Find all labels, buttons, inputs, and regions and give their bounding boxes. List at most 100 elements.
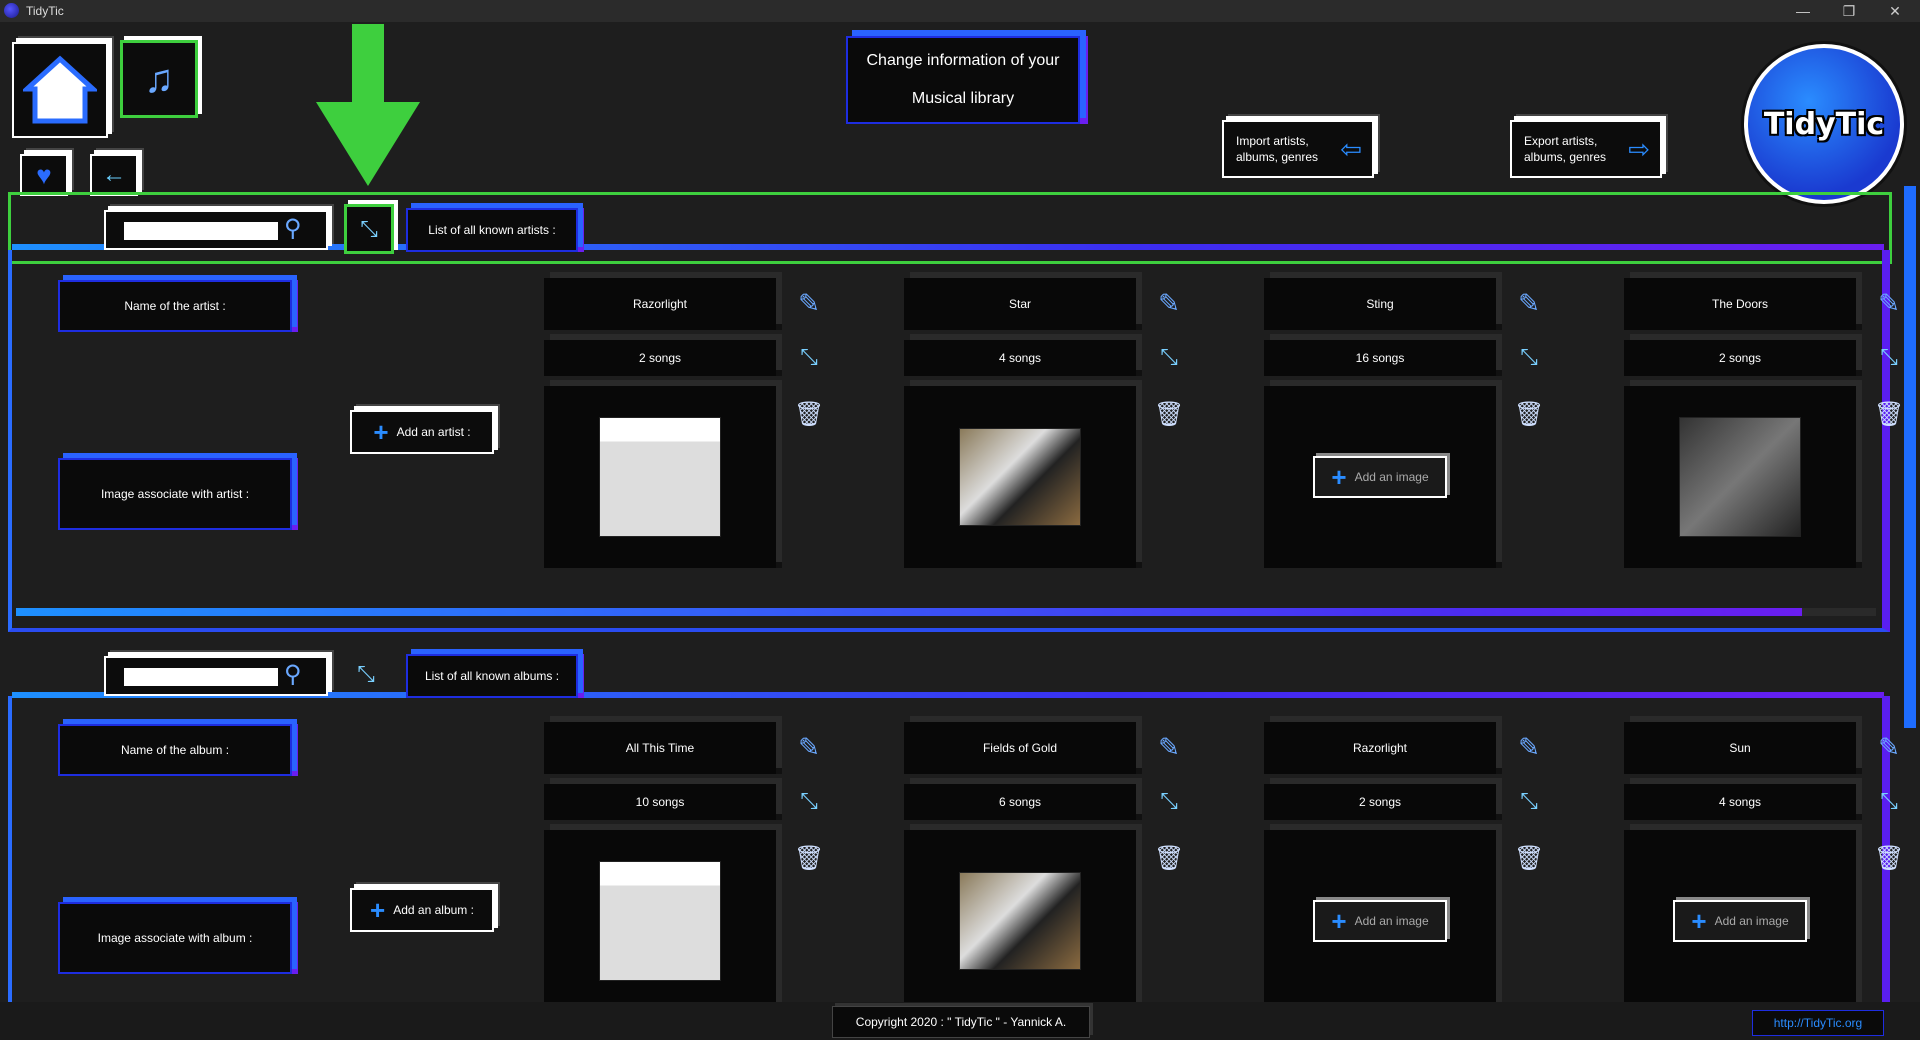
album-image-label-text: Image associate with album : — [97, 931, 253, 945]
artist-image-box[interactable] — [904, 386, 1136, 568]
artist-expand-button[interactable]: ⤡ — [1154, 342, 1184, 372]
artist-image-box[interactable] — [1624, 386, 1856, 568]
logo-text: TidyTic — [1763, 106, 1885, 142]
artist-edit-button[interactable]: ✎ — [794, 288, 824, 318]
import-label-1: Import artists, — [1236, 134, 1309, 148]
album-name-field[interactable]: Fields of Gold — [904, 722, 1136, 774]
close-icon[interactable]: ✕ — [1872, 0, 1918, 22]
artist-image-label-text: Image associate with artist : — [100, 487, 250, 501]
album-image-box[interactable]: + Add an image — [1264, 830, 1496, 1012]
album-name-text: Razorlight — [1352, 741, 1408, 755]
artist-list-label-text: List of all known artists : — [428, 223, 556, 237]
trash-icon: 🗑 — [1514, 845, 1545, 872]
artist-delete-button[interactable]: 🗑 — [1514, 400, 1544, 430]
artist-name-field[interactable]: Star — [904, 278, 1136, 330]
search-icon[interactable]: ⚲ — [284, 214, 302, 243]
favorites-button[interactable]: ♥ — [20, 154, 68, 196]
music-note-icon: ♫ — [144, 56, 174, 101]
trash-icon: 🗑 — [1154, 845, 1185, 872]
artist-delete-button[interactable]: 🗑 — [1874, 400, 1904, 430]
artist-edit-button[interactable]: ✎ — [1514, 288, 1544, 318]
back-button[interactable]: ← — [90, 154, 138, 196]
album-edit-button[interactable]: ✎ — [1154, 732, 1184, 762]
album-expand-button[interactable]: ⤡ — [1514, 786, 1544, 816]
music-library-button[interactable]: ♫ — [120, 40, 198, 118]
album-name-field[interactable]: All This Time — [544, 722, 776, 774]
pencil-icon: ✎ — [1878, 732, 1900, 762]
artist-songs-count: 4 songs — [904, 340, 1136, 376]
expand-icon: ⤡ — [360, 216, 378, 241]
plus-icon: + — [1331, 905, 1347, 936]
album-image-box[interactable] — [904, 830, 1136, 1012]
artist-name-field[interactable]: Razorlight — [544, 278, 776, 330]
page-scrollbar[interactable] — [1904, 186, 1916, 728]
album-expand-button[interactable]: ⤡ — [346, 654, 386, 694]
expand-icon: ⤡ — [800, 344, 818, 369]
page-title: Change information of your Musical libra… — [846, 36, 1080, 124]
album-name-field[interactable]: Sun — [1624, 722, 1856, 774]
copyright: Copyright 2020 : " TidyTic " - Yannick A… — [832, 1006, 1090, 1038]
artist-expand-button[interactable]: ⤡ — [1514, 342, 1544, 372]
import-button[interactable]: Import artists, albums, genres ⇦ — [1222, 120, 1374, 178]
artist-scroll-thumb[interactable] — [16, 608, 1802, 616]
search-icon[interactable]: ⚲ — [284, 660, 302, 689]
album-edit-button[interactable]: ✎ — [1874, 732, 1904, 762]
artist-cover-image — [599, 417, 721, 537]
artist-expand-button[interactable]: ⤡ — [794, 342, 824, 372]
album-image-box[interactable]: + Add an image — [1624, 830, 1856, 1012]
add-image-button[interactable]: + Add an image — [1313, 900, 1447, 942]
artist-cover-image — [1679, 417, 1801, 537]
pencil-icon: ✎ — [798, 288, 820, 318]
plus-icon: + — [370, 894, 386, 925]
album-expand-button[interactable]: ⤡ — [794, 786, 824, 816]
artist-image-box[interactable] — [544, 386, 776, 568]
plus-icon: + — [373, 416, 389, 447]
album-image-label: Image associate with album : — [58, 902, 292, 974]
add-image-button[interactable]: + Add an image — [1313, 456, 1447, 498]
home-button[interactable] — [12, 42, 108, 138]
add-album-button[interactable]: + Add an album : — [350, 888, 494, 932]
heart-icon: ♥ — [36, 159, 52, 190]
minimize-icon[interactable]: — — [1780, 0, 1826, 22]
pencil-icon: ✎ — [1158, 732, 1180, 762]
album-image-box[interactable] — [544, 830, 776, 1012]
album-name-field[interactable]: Razorlight — [1264, 722, 1496, 774]
expand-icon: ⤡ — [1160, 788, 1178, 813]
add-image-button[interactable]: + Add an image — [1673, 900, 1807, 942]
album-name-label-text: Name of the album : — [120, 743, 230, 757]
artist-edit-button[interactable]: ✎ — [1874, 288, 1904, 318]
album-delete-button[interactable]: 🗑 — [1154, 844, 1184, 874]
album-edit-button[interactable]: ✎ — [1514, 732, 1544, 762]
album-delete-button[interactable]: 🗑 — [794, 844, 824, 874]
website-link-text[interactable]: http://TidyTic.org — [1774, 1016, 1862, 1030]
artist-delete-button[interactable]: 🗑 — [1154, 400, 1184, 430]
artist-edit-button[interactable]: ✎ — [1154, 288, 1184, 318]
artist-songs-count: 2 songs — [544, 340, 776, 376]
artist-delete-button[interactable]: 🗑 — [794, 400, 824, 430]
artist-name-field[interactable]: The Doors — [1624, 278, 1856, 330]
restore-icon[interactable]: ❐ — [1826, 0, 1872, 22]
green-arrow-annotation — [316, 24, 420, 186]
artist-expand-button[interactable]: ⤡ — [344, 204, 394, 254]
artist-songs-text: 2 songs — [638, 351, 682, 365]
artist-scroll-track[interactable] — [16, 608, 1876, 616]
add-image-label: Add an image — [1354, 914, 1429, 928]
add-artist-button[interactable]: + Add an artist : — [350, 410, 494, 454]
export-button[interactable]: Export artists, albums, genres ⇨ — [1510, 120, 1662, 178]
artist-search-input[interactable] — [124, 222, 278, 240]
website-link[interactable]: http://TidyTic.org — [1752, 1010, 1884, 1036]
artist-expand-button[interactable]: ⤡ — [1874, 342, 1904, 372]
trash-icon: 🗑 — [1514, 401, 1545, 428]
artist-songs-text: 2 songs — [1718, 351, 1762, 365]
album-expand-button[interactable]: ⤡ — [1874, 786, 1904, 816]
album-delete-button[interactable]: 🗑 — [1874, 844, 1904, 874]
album-search-input[interactable] — [124, 668, 278, 686]
artist-image-box[interactable]: + Add an image — [1264, 386, 1496, 568]
album-delete-button[interactable]: 🗑 — [1514, 844, 1544, 874]
artist-name-field[interactable]: Sting — [1264, 278, 1496, 330]
pencil-icon: ✎ — [1518, 732, 1540, 762]
album-list-label-text: List of all known albums : — [424, 669, 560, 683]
album-expand-button[interactable]: ⤡ — [1154, 786, 1184, 816]
album-cover-image — [599, 861, 721, 981]
album-edit-button[interactable]: ✎ — [794, 732, 824, 762]
